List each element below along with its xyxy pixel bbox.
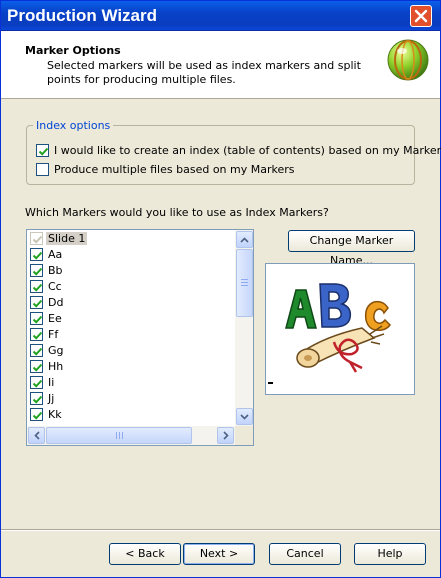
horizontal-scrollbar[interactable] <box>27 426 235 445</box>
grip-icon <box>116 432 123 439</box>
chevron-right-icon <box>222 431 229 440</box>
close-icon <box>414 9 428 23</box>
title-bar[interactable]: Production Wizard <box>1 1 440 31</box>
check-icon <box>32 347 43 356</box>
marker-label: Hh <box>48 359 64 373</box>
check-icon <box>32 363 43 372</box>
scroll-up-button[interactable] <box>236 231 253 248</box>
page-description: Selected markers will be used as index m… <box>47 59 361 86</box>
chevron-up-icon <box>240 236 249 243</box>
scroll-left-button[interactable] <box>28 427 45 444</box>
create-index-checkbox[interactable] <box>36 143 49 157</box>
production-wizard-window: Production Wizard Marker Options Selecte… <box>0 0 441 578</box>
change-marker-name-button[interactable]: Change Marker Name... <box>288 230 415 267</box>
create-index-label: I would like to create an index (table o… <box>54 143 441 157</box>
check-icon <box>32 283 43 292</box>
check-icon <box>32 395 43 404</box>
marker-label: Gg <box>48 343 64 357</box>
list-item[interactable]: Ff <box>27 326 235 342</box>
marker-label: Slide 1 <box>46 231 88 245</box>
list-item[interactable]: Jj <box>27 390 235 406</box>
list-item[interactable]: Hh <box>27 358 235 374</box>
marker-checkbox[interactable] <box>30 295 43 309</box>
back-button[interactable]: < Back <box>109 543 181 565</box>
scroll-down-button[interactable] <box>236 408 253 425</box>
index-options-legend: Index options <box>33 119 114 132</box>
marker-preview <box>265 263 415 395</box>
marker-label: Ii <box>48 375 55 389</box>
check-icon <box>32 251 43 260</box>
list-item[interactable]: Ii <box>27 374 235 390</box>
grip-icon <box>241 279 248 286</box>
markers-listbox[interactable]: Slide 1 Aa Bb Cc Dd Ee Ff Gg Hh Ii Jj Kk <box>26 229 254 446</box>
check-icon <box>32 331 43 340</box>
check-icon <box>38 147 49 156</box>
wizard-logo-icon <box>387 39 429 81</box>
markers-list: Slide 1 Aa Bb Cc Dd Ee Ff Gg Hh Ii Jj Kk <box>27 230 235 426</box>
page-title: Marker Options <box>25 44 121 57</box>
marker-label: Bb <box>48 263 63 277</box>
multiple-files-checkbox[interactable] <box>36 162 49 176</box>
list-item[interactable]: Bb <box>27 262 235 278</box>
scrollbar-corner <box>235 426 253 445</box>
marker-label: Aa <box>48 247 63 261</box>
help-button[interactable]: Help <box>354 543 426 565</box>
scroll-right-button[interactable] <box>217 427 234 444</box>
vertical-scrollbar[interactable] <box>235 230 253 426</box>
marker-checkbox[interactable] <box>30 407 43 421</box>
list-item[interactable]: Dd <box>27 294 235 310</box>
check-icon <box>32 315 43 324</box>
next-button[interactable]: Next > <box>183 543 255 565</box>
marker-label: Ee <box>48 311 62 325</box>
marker-label: Dd <box>48 295 64 309</box>
marker-checkbox[interactable] <box>30 343 43 357</box>
check-icon <box>32 267 43 276</box>
check-icon <box>32 299 43 308</box>
marker-label: Cc <box>48 279 62 293</box>
chevron-down-icon <box>240 413 249 420</box>
list-item[interactable]: Kk <box>27 406 235 422</box>
check-icon <box>32 411 43 420</box>
marker-checkbox[interactable] <box>30 359 43 373</box>
multiple-files-label: Produce multiple files based on my Marke… <box>54 162 295 176</box>
marker-checkbox[interactable] <box>30 231 43 245</box>
marker-label: Kk <box>48 407 62 421</box>
multiple-files-option[interactable]: Produce multiple files based on my Marke… <box>36 162 295 176</box>
marker-checkbox[interactable] <box>30 247 43 261</box>
close-button[interactable] <box>410 5 432 27</box>
marker-checkbox[interactable] <box>30 391 43 405</box>
list-item[interactable]: Slide 1 <box>27 230 235 246</box>
cancel-button[interactable]: Cancel <box>269 543 341 565</box>
wizard-header: Marker Options Selected markers will be … <box>1 31 440 99</box>
marker-label: Ff <box>48 327 59 341</box>
marker-checkbox[interactable] <box>30 263 43 277</box>
create-index-option[interactable]: I would like to create an index (table o… <box>36 143 441 157</box>
marker-checkbox[interactable] <box>30 311 43 325</box>
list-item[interactable]: Aa <box>27 246 235 262</box>
check-icon <box>32 235 43 244</box>
vertical-scroll-thumb[interactable] <box>236 249 253 317</box>
marker-checkbox[interactable] <box>30 375 43 389</box>
chevron-left-icon <box>33 431 40 440</box>
list-item[interactable]: Cc <box>27 278 235 294</box>
markers-question: Which Markers would you like to use as I… <box>25 206 329 219</box>
horizontal-scroll-thumb[interactable] <box>46 427 192 444</box>
list-item[interactable]: Gg <box>27 342 235 358</box>
abc-scroll-clipart-icon <box>268 283 391 384</box>
marker-checkbox[interactable] <box>30 279 43 293</box>
check-icon <box>32 379 43 388</box>
marker-label: Jj <box>48 391 55 405</box>
footer-divider <box>1 529 440 531</box>
list-item[interactable]: Ee <box>27 310 235 326</box>
marker-checkbox[interactable] <box>30 327 43 341</box>
window-title: Production Wizard <box>7 6 158 25</box>
